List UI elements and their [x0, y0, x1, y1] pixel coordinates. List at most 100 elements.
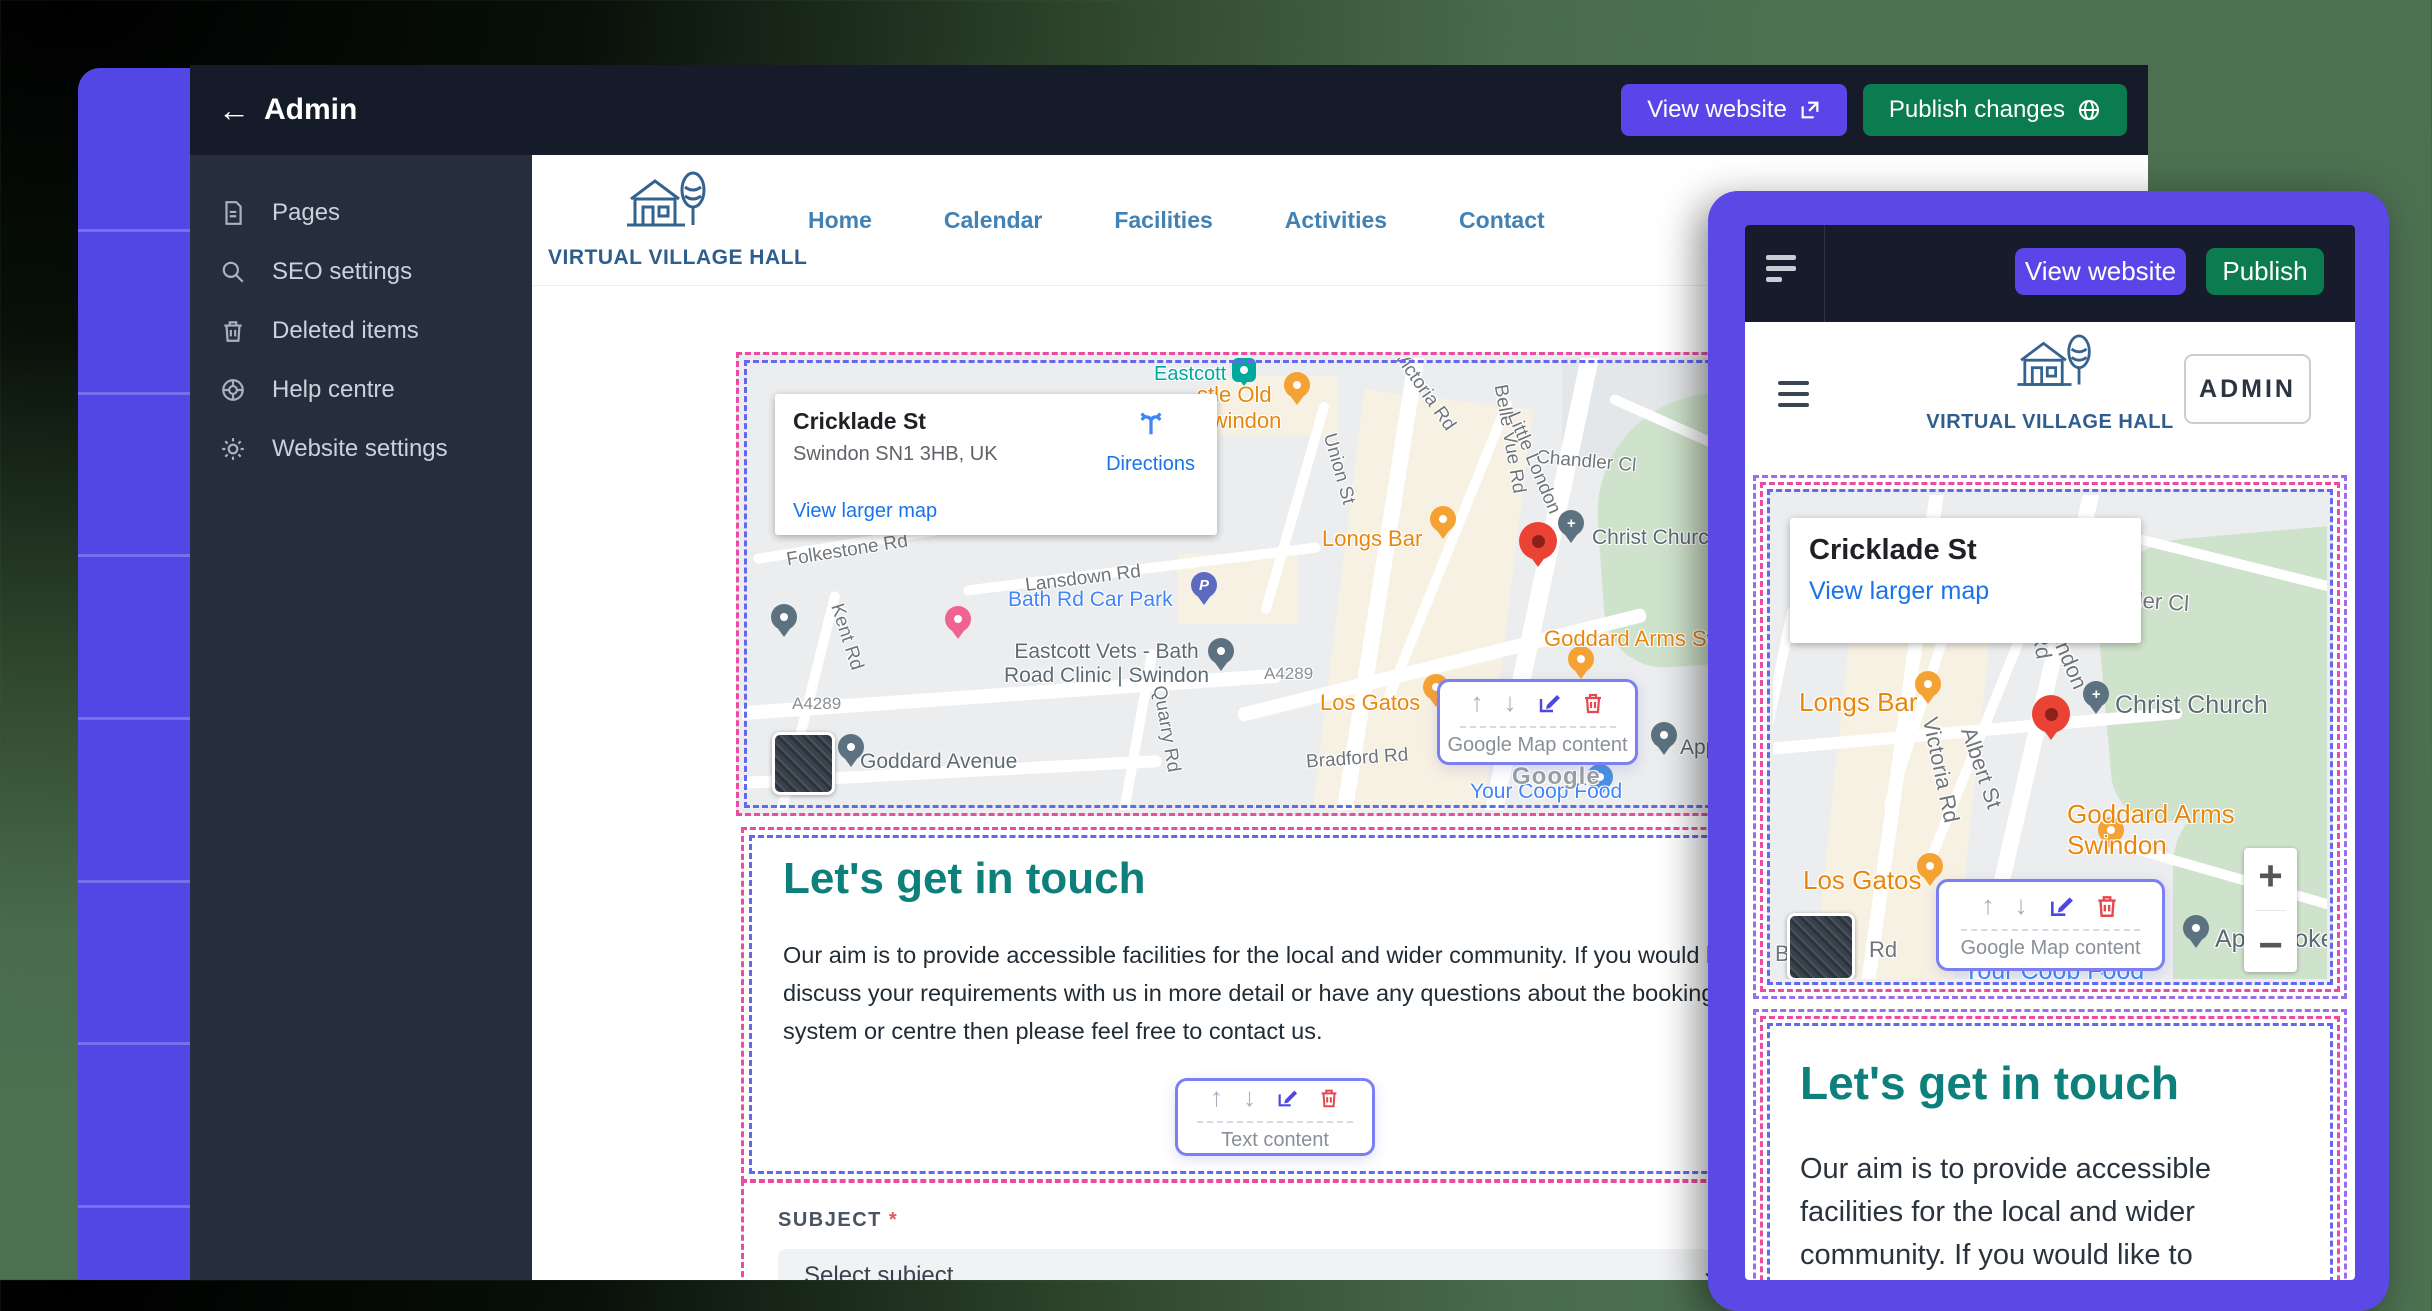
required-asterisk: * [889, 1209, 898, 1231]
move-down-button[interactable]: ↓ [1243, 1082, 1256, 1113]
move-up-button[interactable]: ↑ [1982, 890, 1995, 921]
map-pin[interactable] [2183, 915, 2209, 941]
map-label: Los Gatos [1803, 865, 1922, 896]
mobile-contact-block[interactable]: Let's get in touch Our aim is to provide… [1753, 1009, 2347, 1280]
map-label: Rd [1869, 937, 1897, 963]
map-label: Chandler Cl [1535, 447, 1637, 478]
map-card-title: Cricklade St [1809, 534, 2122, 567]
panel-collapse-icon[interactable] [1766, 255, 1796, 288]
map-pin[interactable] [1284, 372, 1310, 398]
map-pin[interactable] [1651, 722, 1677, 748]
mobile-admin-bar: View website Publish [1745, 225, 2355, 322]
globe-icon [2077, 98, 2101, 122]
contact-block[interactable]: Let's get in touch Our aim is to provide… [741, 827, 1805, 1182]
text-content-control: ↑ ↓ Text content [1175, 1078, 1375, 1156]
mobile-google-map-embed[interactable]: + Union StChandler ClBelle Vue RdLittle … [1767, 489, 2333, 985]
nav-home[interactable]: Home [808, 207, 872, 234]
view-larger-map-link[interactable]: View larger map [1809, 577, 2122, 606]
gear-icon [220, 436, 246, 462]
village-hall-logo-icon [617, 163, 709, 241]
mobile-publish-label: Publish [2222, 256, 2307, 287]
map-label: Los Gatos [1320, 690, 1420, 716]
map-label: Longs Bar [1322, 526, 1422, 552]
sidebar-label: Pages [272, 199, 340, 227]
map-label: Folkestone Rd [785, 531, 909, 572]
map-info-card: Cricklade St Swindon SN1 3HB, UK View la… [775, 394, 1217, 535]
mobile-publish-button[interactable]: Publish [2206, 248, 2324, 295]
mobile-map-info-card: Cricklade St View larger map [1790, 518, 2141, 643]
delete-icon[interactable] [1581, 691, 1605, 715]
form-block[interactable]: SUBJECT * Select subject Please use the … [741, 1180, 1805, 1280]
map-label: Union St [1318, 431, 1359, 507]
screenshot-root: { "admin": { "back_arrow": "←", "title":… [0, 0, 2432, 1280]
map-pin[interactable] [1915, 671, 1941, 697]
hamburger-menu-icon[interactable] [1778, 381, 1809, 414]
zoom-out-button[interactable]: − [2258, 924, 2283, 966]
map-pin[interactable]: + [1558, 510, 1584, 536]
text-content-label: Text content [1221, 1129, 1329, 1152]
subject-select[interactable]: Select subject [778, 1249, 1748, 1280]
mobile-logo-wordmark: VIRTUAL VILLAGE HALL [1925, 411, 2175, 434]
sidebar-item-website-settings[interactable]: Website settings [190, 419, 532, 478]
site-logo[interactable]: VIRTUAL VILLAGE HALL [548, 163, 778, 270]
delete-icon[interactable] [2094, 893, 2120, 919]
admin-sidebar: Pages SEO settings Deleted items Help ce… [190, 155, 532, 1280]
sidebar-item-help-centre[interactable]: Help centre [190, 360, 532, 419]
directions-label: Directions [1106, 453, 1195, 476]
view-website-label: View website [1647, 96, 1787, 124]
map-pin[interactable]: P [1191, 572, 1217, 598]
map-pin[interactable] [1232, 358, 1256, 382]
trash-icon [220, 318, 246, 344]
divider [1824, 225, 1825, 322]
collapsed-pages-strip[interactable] [78, 68, 190, 1280]
map-label: Quarry Rd [1147, 684, 1184, 774]
map-pin[interactable] [1519, 522, 1557, 560]
mobile-map-block[interactable]: + Union StChandler ClBelle Vue RdLittle … [1753, 475, 2347, 999]
sidebar-item-seo-settings[interactable]: SEO settings [190, 242, 532, 301]
map-pin[interactable] [945, 606, 971, 632]
view-website-button[interactable]: View website [1621, 84, 1847, 136]
edit-icon[interactable] [1276, 1087, 1298, 1109]
contact-paragraph: Our aim is to provide accessible facilit… [783, 936, 1773, 1050]
move-up-button[interactable]: ↑ [1471, 687, 1484, 718]
map-label: Victoria Rd [1389, 358, 1460, 435]
sidebar-item-deleted-items[interactable]: Deleted items [190, 301, 532, 360]
move-down-button[interactable]: ↓ [1504, 687, 1517, 718]
mobile-view-website-button[interactable]: View website [2015, 248, 2186, 295]
publish-changes-button[interactable]: Publish changes [1863, 84, 2127, 136]
sidebar-item-pages[interactable]: Pages [190, 183, 532, 242]
strip-divider [78, 392, 190, 395]
mobile-admin-badge[interactable]: ADMIN [2184, 354, 2311, 424]
map-label: Google [1512, 763, 1601, 791]
mobile-site-logo[interactable] [1996, 322, 2106, 409]
map-pin[interactable] [1208, 638, 1234, 664]
village-hall-logo-icon [2008, 322, 2094, 404]
admin-back[interactable]: ← Admin [218, 92, 357, 129]
map-pin[interactable] [2032, 695, 2070, 733]
sidebar-label: Deleted items [272, 317, 419, 345]
site-logo-wordmark: VIRTUAL VILLAGE HALL [548, 246, 778, 270]
edit-icon[interactable] [1537, 691, 1561, 715]
nav-contact[interactable]: Contact [1459, 207, 1545, 234]
back-arrow-icon[interactable]: ← [218, 92, 250, 129]
edit-icon[interactable] [2048, 893, 2074, 919]
map-label: A4289 [792, 694, 841, 714]
zoom-in-button[interactable]: + [2258, 855, 2283, 897]
move-up-button[interactable]: ↑ [1210, 1082, 1223, 1113]
move-down-button[interactable]: ↓ [2015, 890, 2028, 921]
view-larger-map-link[interactable]: View larger map [793, 500, 937, 523]
map-content-label: Google Map content [1960, 937, 2140, 960]
satellite-toggle-thumbnail[interactable] [1787, 913, 1855, 979]
mobile-preview-content: View website Publish VIRTUAL VILLAGE HAL… [1745, 225, 2355, 1280]
map-pin[interactable] [1430, 506, 1456, 532]
mobile-preview-frame: View website Publish VIRTUAL VILLAGE HAL… [1708, 191, 2389, 1311]
map-label: A4289 [1264, 664, 1313, 684]
nav-calendar[interactable]: Calendar [944, 207, 1042, 234]
nav-facilities[interactable]: Facilities [1114, 207, 1212, 234]
map-zoom-control: + − [2244, 848, 2297, 972]
map-pin[interactable] [771, 604, 797, 630]
satellite-toggle-thumbnail[interactable] [772, 732, 835, 795]
delete-icon[interactable] [1318, 1087, 1340, 1109]
nav-activities[interactable]: Activities [1285, 207, 1387, 234]
directions-button[interactable]: Directions [1106, 408, 1195, 476]
